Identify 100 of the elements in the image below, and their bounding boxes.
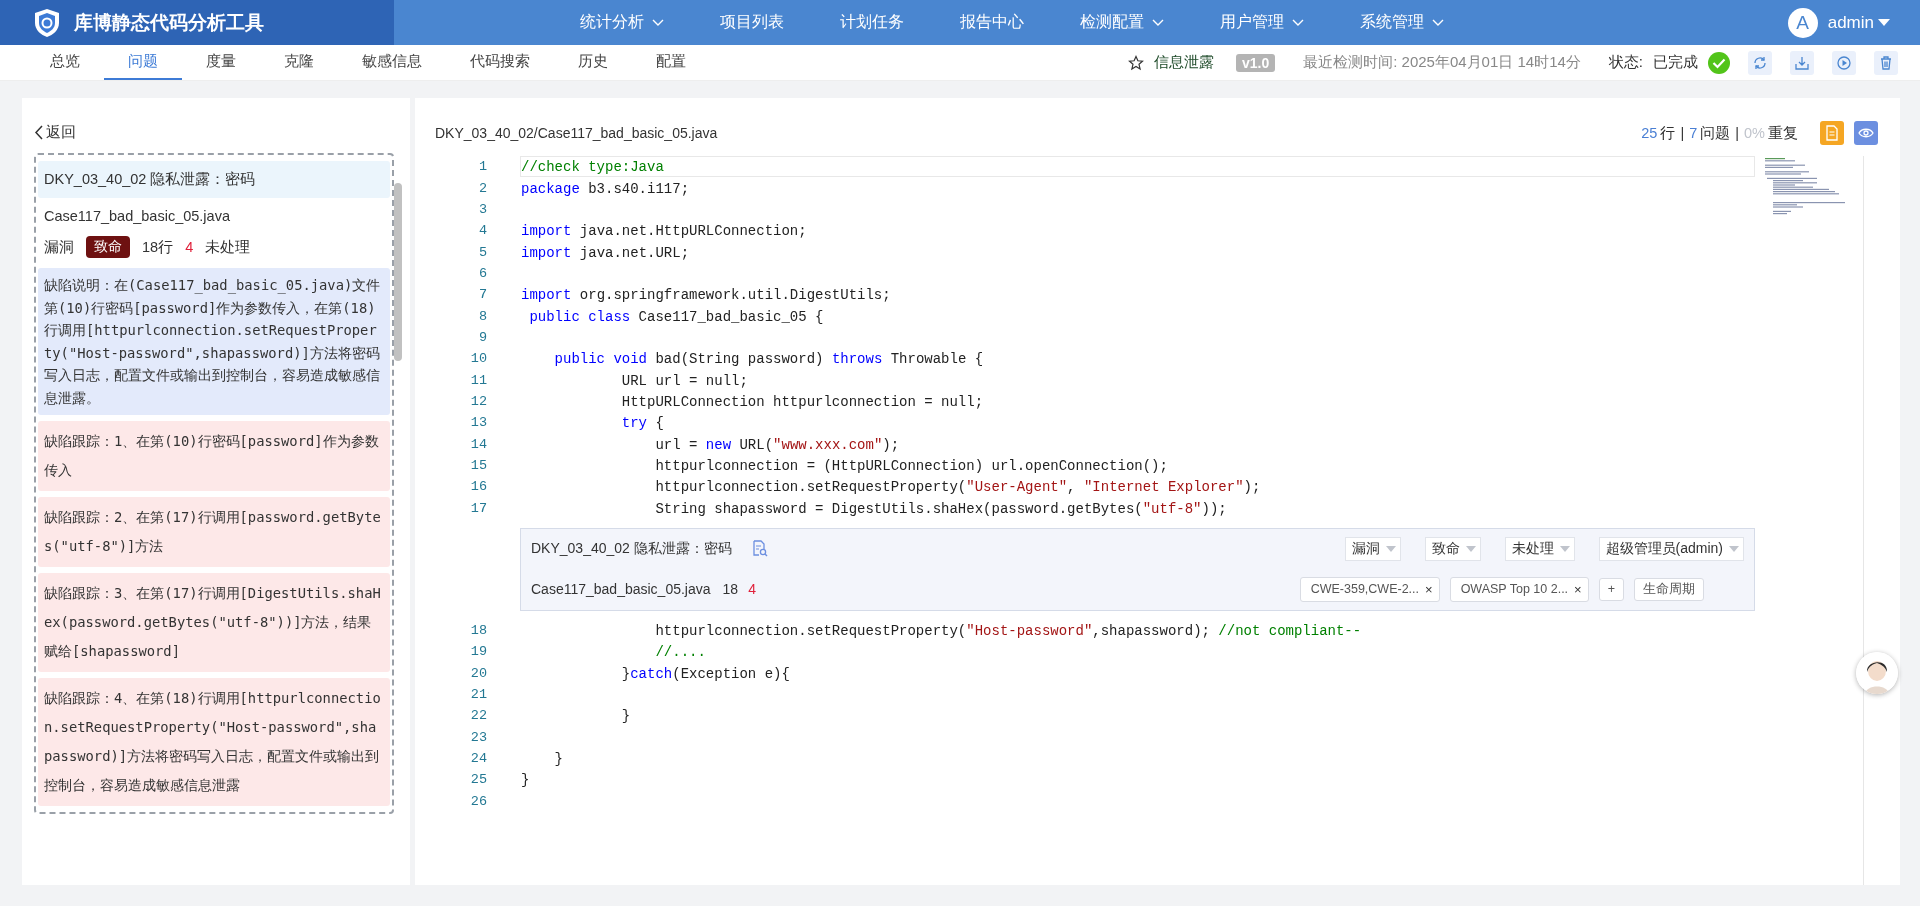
document-icon: [1825, 125, 1839, 141]
lifecycle-button[interactable]: 生命周期: [1634, 577, 1704, 601]
code-line: httpurlconnection.setRequestProperty("User-Agent", "Internet Explorer");: [654, 478, 1262, 498]
line-number: 9: [477, 329, 487, 345]
tag-close-button[interactable]: ×: [1425, 581, 1433, 597]
tab[interactable]: 配置: [632, 45, 710, 80]
nav-item[interactable]: 统计分析: [552, 0, 692, 45]
line-number: 24: [469, 751, 487, 767]
tab[interactable]: 历史: [554, 45, 632, 80]
line-number: 8: [477, 308, 487, 324]
code-line: }: [553, 750, 564, 770]
refresh-icon: [1752, 54, 1768, 71]
code-line: public void bad(String password) throws Throwable {: [553, 350, 985, 370]
line-number: 7: [477, 287, 487, 303]
issue-type: 漏洞: [44, 237, 74, 257]
defect-trace: 缺陷跟踪：1、在第(10)行密码[password]作为参数传入: [38, 421, 390, 491]
tag-chip[interactable]: CWE-359,CWE-2... ×: [1299, 576, 1440, 602]
tab[interactable]: 代码搜索: [446, 45, 554, 80]
tab[interactable]: 度量: [182, 45, 260, 80]
code-line: }: [620, 707, 632, 727]
file-path: DKY_03_40_02/Case117_bad_basic_05.java: [435, 125, 718, 141]
caret-down-icon: [1559, 545, 1570, 552]
line-number: 4: [477, 223, 487, 239]
tab[interactable]: 问题: [104, 45, 182, 80]
code-line: import java.net.URL;: [520, 243, 691, 263]
nav-item[interactable]: 系统管理: [1332, 0, 1472, 45]
tab[interactable]: 克隆: [260, 45, 338, 80]
line-number: 22: [469, 708, 487, 724]
defect-trace: 缺陷跟踪：2、在第(17)行调用[password.getBytes("utf-8")]方法: [38, 497, 390, 567]
dropdown-select[interactable]: 未处理: [1504, 536, 1575, 561]
stat-value: 25: [1641, 125, 1658, 141]
tab[interactable]: 总览: [26, 45, 104, 80]
line-number: 15: [469, 458, 487, 473]
severity-badge: 致命: [86, 236, 130, 258]
version-badge: v1.0: [1235, 53, 1276, 72]
line-number: 26: [469, 793, 487, 809]
code-line: try {: [620, 414, 665, 434]
defect-trace: 缺陷跟踪：3、在第(17)行调用[DigestUtils.shaHex(password.getBytes("utf-8"))]方法，结果赋给[shapassword]: [38, 573, 390, 672]
tab[interactable]: 敏感信息: [338, 45, 446, 80]
back-link[interactable]: 返回: [34, 123, 76, 142]
nav-item[interactable]: 计划任务: [812, 0, 932, 45]
line-number: 16: [469, 479, 487, 495]
code-line: package b3.s40.i117;: [520, 179, 691, 199]
play-button[interactable]: [1832, 50, 1856, 75]
user-menu[interactable]: admin: [1827, 12, 1890, 33]
user-avatar[interactable]: A: [1787, 7, 1818, 38]
code-line: public class Case117_bad_basic_05 {: [528, 307, 825, 327]
line-number: 6: [477, 265, 487, 281]
nav-item[interactable]: 用户管理: [1192, 0, 1332, 45]
nav-item[interactable]: 项目列表: [692, 0, 812, 45]
issue-count: 4: [185, 239, 194, 255]
code-line: }catch(Exception e){: [620, 664, 791, 684]
chevron-left-icon: [34, 125, 43, 140]
stat-label: 行: [1660, 123, 1676, 143]
view-button[interactable]: [1854, 121, 1878, 145]
scrollbar[interactable]: [394, 183, 402, 361]
tag-close-button[interactable]: ×: [1574, 581, 1582, 597]
shield-logo-icon: [34, 7, 60, 38]
separator: |: [1735, 125, 1740, 141]
stat-label: 问题: [1700, 123, 1731, 143]
code-line: import java.net.HttpURLConnection;: [520, 222, 808, 242]
dropdown-select[interactable]: 致命: [1424, 536, 1481, 561]
line-number: 12: [469, 393, 487, 409]
star-icon: [1127, 54, 1144, 71]
tag-chip[interactable]: OWASP Top 10 2... ×: [1449, 576, 1589, 602]
last-scan-time: 最近检测时间: 2025年04月01日 14时14分: [1303, 53, 1581, 72]
line-number: 18: [469, 623, 487, 638]
report-button[interactable]: [1820, 121, 1844, 145]
issue-count: 4: [748, 581, 756, 598]
caret-down-icon: [1465, 545, 1476, 552]
refresh-button[interactable]: [1748, 50, 1772, 75]
caret-down-icon: [1729, 545, 1739, 552]
separator: |: [1680, 125, 1685, 141]
code-line: url = new URL("www.xxx.com");: [654, 435, 901, 455]
download-button[interactable]: [1790, 50, 1814, 75]
nav-item[interactable]: 报告中心: [932, 0, 1052, 45]
delete-button[interactable]: [1874, 50, 1898, 75]
line-number: 1: [477, 159, 487, 175]
delete-icon: [1878, 54, 1894, 71]
line-number: 18: [722, 581, 739, 598]
code-line: httpurlconnection.setRequestProperty("Host-password",shapassword); //not compliant--: [654, 622, 1363, 641]
code-line: httpurlconnection = (HttpURLConnection) url.openConnection();: [654, 457, 1169, 476]
play-icon: [1836, 54, 1852, 71]
nav-item[interactable]: 检测配置: [1052, 0, 1192, 45]
line-number: 13: [469, 415, 487, 431]
dropdown-select[interactable]: 超级管理员(admin): [1598, 536, 1744, 561]
stat-value: 7: [1689, 125, 1698, 141]
line-number: 14: [469, 436, 487, 452]
dropdown-select[interactable]: 漏洞: [1344, 536, 1401, 561]
app-title: 库博静态代码分析工具: [74, 10, 264, 35]
caret-down-icon: [1878, 18, 1890, 27]
status-label: 状态:: [1608, 53, 1643, 72]
add-tag-button[interactable]: +: [1598, 577, 1624, 601]
line-number: 21: [469, 687, 487, 703]
line-number: 17: [469, 500, 487, 516]
caret-down-icon: [1385, 545, 1396, 552]
stat-label: 重复: [1768, 123, 1798, 143]
line-number: 20: [469, 665, 487, 681]
tag-label: OWASP Top 10 2...: [1460, 582, 1569, 597]
check-circle-icon: [1708, 51, 1730, 74]
